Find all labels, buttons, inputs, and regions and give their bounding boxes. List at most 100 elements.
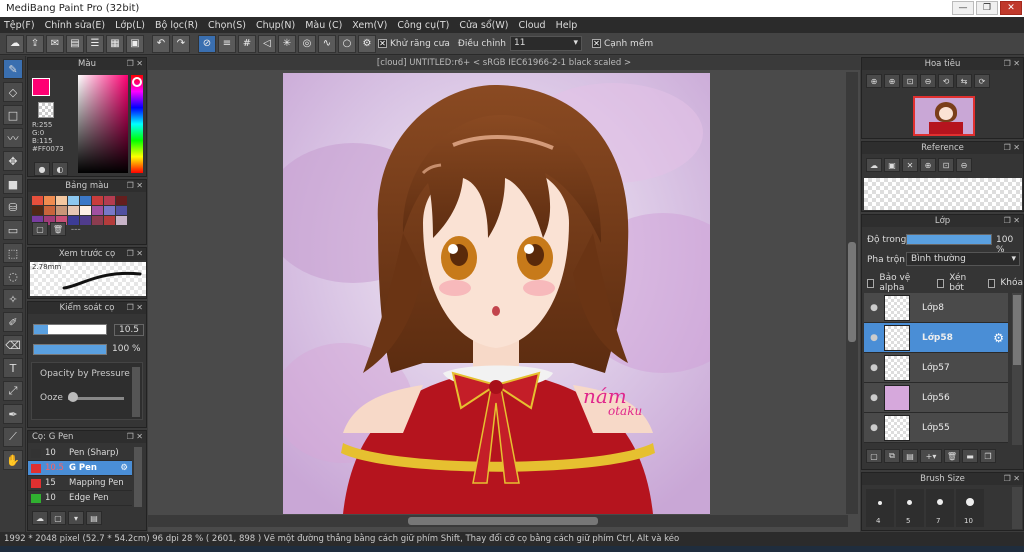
reference-open-icon[interactable]: ▣ [884, 158, 900, 172]
palette-swatch[interactable] [56, 196, 67, 205]
brush-item[interactable]: 10 Pen (Sharp) [28, 446, 132, 461]
palette-swatch[interactable] [116, 216, 127, 225]
close-button[interactable]: ✕ [1000, 1, 1022, 15]
reference-zoom-out-icon[interactable]: ⊖ [956, 158, 972, 172]
brush-size-slider[interactable] [33, 324, 107, 335]
copy-layer-icon[interactable]: ⧉ [884, 449, 900, 463]
brush-item[interactable]: 15 Mapping Pen [28, 476, 132, 491]
select-pen-tool-icon[interactable]: ✐ [3, 312, 23, 332]
reference-close-icon[interactable]: ✕ [902, 158, 918, 172]
correction-select[interactable]: 11 ▾ [509, 36, 582, 51]
palette-swatch[interactable] [80, 216, 91, 225]
brush-settings-gear-icon[interactable]: ⚙ [120, 463, 128, 473]
eye-icon[interactable]: ● [864, 333, 884, 343]
rotate-right-icon[interactable]: ⟳ [974, 74, 990, 88]
select-tool-icon[interactable]: ⬚ [3, 243, 23, 263]
brush-item[interactable]: 10 Edge Pen [28, 491, 132, 506]
panel-close-icon[interactable]: ❐ ✕ [127, 58, 143, 70]
text-tool-icon[interactable]: T [3, 358, 23, 378]
reference-cloud-icon[interactable]: ☁ [866, 158, 882, 172]
menu-capture[interactable]: Chụp(N) [256, 20, 295, 31]
layer-row[interactable]: ● Lớp57 [864, 353, 1008, 383]
grid-ruler-icon[interactable]: # [238, 34, 256, 53]
eyedropper-tool-icon[interactable]: ✒ [3, 404, 23, 424]
rotate-left-icon[interactable]: ⟲ [938, 74, 954, 88]
delete-layer-icon[interactable]: 🗑 [944, 449, 960, 463]
zoom-in-small-icon[interactable]: ⊕ [884, 74, 900, 88]
antialias-checkbox[interactable]: ✕ [378, 39, 387, 48]
soft-edge-checkbox[interactable]: ✕ [591, 39, 601, 48]
reference-fit-icon[interactable]: ⊡ [938, 158, 954, 172]
minimize-button[interactable]: — [952, 1, 974, 15]
lock-checkbox[interactable] [987, 278, 996, 288]
canvas-vscroll-thumb[interactable] [848, 242, 856, 342]
palette-swatch[interactable] [116, 196, 127, 205]
menu-tools[interactable]: Công cụ(T) [397, 20, 449, 31]
clip-checkbox[interactable] [936, 278, 945, 288]
gradient-tool-icon[interactable]: ▭ [3, 220, 23, 240]
parallel-ruler-icon[interactable]: ≡ [218, 34, 236, 53]
eraser-tool-icon[interactable]: ◇ [3, 82, 23, 102]
delete-swatch-icon[interactable]: 🗑 [50, 222, 66, 236]
flip-icon[interactable]: ⇆ [956, 74, 972, 88]
menu-file[interactable]: Tệp(F) [4, 20, 35, 31]
menu-select[interactable]: Chọn(S) [208, 20, 246, 31]
brush-menu-icon[interactable]: ▾ [68, 511, 84, 525]
ruler-settings-icon[interactable]: ⚙ [358, 34, 376, 53]
palette-swatch[interactable] [104, 196, 115, 205]
palette-swatch[interactable] [104, 206, 115, 215]
palette-swatch[interactable] [80, 196, 91, 205]
menu-filter[interactable]: Bộ lọc(R) [155, 20, 198, 31]
list-icon[interactable]: ☰ [86, 34, 104, 53]
move-tool-icon[interactable]: ✥ [3, 151, 23, 171]
hue-handle[interactable] [132, 77, 142, 87]
zoom-out-icon[interactable]: ⊖ [920, 74, 936, 88]
layer-more-icon[interactable]: ❐ [980, 449, 996, 463]
bucket-tool-icon[interactable]: ⛁ [3, 197, 23, 217]
comment-icon[interactable]: ✉ [46, 34, 64, 53]
menu-view[interactable]: Xem(V) [352, 20, 387, 31]
curve-ruler-icon[interactable]: ∿ [318, 34, 336, 53]
operation-tool-icon[interactable]: ⤢ [3, 381, 23, 401]
canvas-vertical-scrollbar[interactable] [846, 72, 858, 514]
panel-close-icon[interactable]: ❐ ✕ [1004, 215, 1020, 227]
blend-mode-select[interactable]: Bình thường ▾ [906, 252, 1020, 266]
color-mode-icon[interactable]: ◐ [52, 162, 68, 176]
ellipse-ruler-icon[interactable]: ○ [338, 34, 356, 53]
concentric-icon[interactable]: ◎ [298, 34, 316, 53]
artwork-canvas[interactable]: nám otaku [283, 73, 710, 514]
cloud-brush-icon[interactable]: ☁ [32, 511, 48, 525]
radial-icon[interactable]: ✳ [278, 34, 296, 53]
cloud-icon[interactable]: ☁ [6, 34, 24, 53]
brush-item[interactable]: 10.5 G Pen ⚙ [28, 461, 132, 476]
menu-edit[interactable]: Chỉnh sửa(E) [45, 20, 106, 31]
folder-icon[interactable]: ▬ [962, 449, 978, 463]
palette-swatch[interactable] [80, 206, 91, 215]
brush-size-preset[interactable]: 7 [926, 489, 954, 527]
blur-tool-icon[interactable]: 〰 [3, 128, 23, 148]
zoom-in-icon[interactable]: ⊕ [866, 74, 882, 88]
layer-list-scrollbar[interactable] [1012, 293, 1022, 445]
brush-list-scrollbar[interactable] [134, 447, 142, 507]
brush-size-scrollbar[interactable] [1012, 487, 1022, 529]
layer-row[interactable]: ● Lớp8 [864, 293, 1008, 323]
brush-opacity-slider[interactable] [33, 344, 107, 355]
brush-properties-icon[interactable]: ▤ [86, 511, 102, 525]
palette-swatch[interactable] [32, 206, 43, 215]
divide-tool-icon[interactable]: ⟋ [3, 427, 23, 447]
magic-wand-tool-icon[interactable]: ✧ [3, 289, 23, 309]
layer-row-selected[interactable]: ● Lớp58 ⚙ [864, 323, 1008, 353]
maximize-button[interactable]: ❐ [976, 1, 998, 15]
palette-swatch[interactable] [68, 196, 79, 205]
merge-layer-icon[interactable]: ▤ [902, 449, 918, 463]
palette-swatch[interactable] [92, 206, 103, 215]
perspective-icon[interactable]: ◁ [258, 34, 276, 53]
hue-slider[interactable] [131, 75, 143, 173]
panel-close-icon[interactable]: ❐ ✕ [1004, 473, 1020, 485]
new-layer-icon[interactable]: ▢ [866, 449, 882, 463]
protect-alpha-checkbox[interactable] [867, 278, 875, 288]
palette-swatch[interactable] [104, 216, 115, 225]
redo-icon[interactable]: ↷ [172, 34, 190, 53]
palette-swatch[interactable] [68, 206, 79, 215]
brush-size-value[interactable]: 10.5 [114, 324, 144, 336]
